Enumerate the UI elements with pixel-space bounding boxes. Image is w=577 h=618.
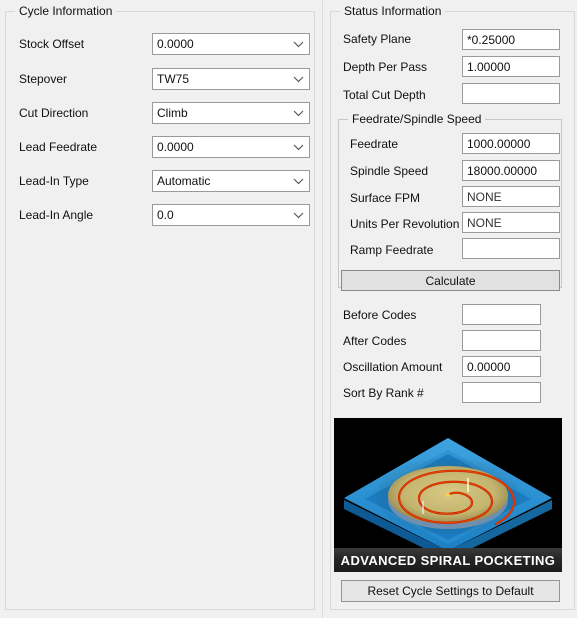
textbox-before-codes[interactable] — [462, 304, 541, 325]
cycle-information-groupbox: Cycle Information — [5, 4, 315, 610]
textbox-spindle-speed-value: 18000.00000 — [467, 163, 538, 178]
label-feedrate: Feedrate — [350, 137, 399, 151]
illustration-caption-text: ADVANCED SPIRAL POCKETING — [340, 552, 556, 568]
label-depth-per-pass: Depth Per Pass — [343, 60, 428, 74]
textbox-feedrate-value: 1000.00000 — [467, 136, 531, 151]
textbox-depth-per-pass-value: 1.00000 — [467, 59, 511, 74]
cycle-information-group-label: Cycle Information — [15, 4, 117, 18]
combobox-lead-in-angle[interactable]: 0.0 — [152, 204, 310, 226]
label-lead-in-angle: Lead-In Angle — [19, 208, 94, 222]
combobox-cut-direction[interactable]: Climb — [152, 102, 310, 124]
status-information-group-label: Status Information — [340, 4, 446, 18]
textbox-oscillation-amount[interactable]: 0.00000 — [462, 356, 541, 377]
combobox-lead-feedrate-value: 0.0000 — [157, 140, 194, 154]
textbox-units-per-revolution[interactable]: NONE — [462, 212, 560, 233]
label-before-codes: Before Codes — [343, 308, 417, 322]
combobox-cut-direction-value: Climb — [157, 106, 188, 120]
calculate-button[interactable]: Calculate — [341, 270, 560, 291]
reset-cycle-settings-button[interactable]: Reset Cycle Settings to Default — [341, 580, 560, 602]
cycle-information-panel: Cycle Information Stock Offset 0.0000 St… — [0, 0, 322, 618]
label-safety-plane: Safety Plane — [343, 32, 412, 46]
label-cut-direction: Cut Direction — [19, 106, 89, 120]
textbox-safety-plane-value: *0.25000 — [467, 32, 516, 47]
label-spindle-speed: Spindle Speed — [350, 164, 429, 178]
label-total-cut-depth: Total Cut Depth — [343, 88, 426, 102]
textbox-surface-fpm-value: NONE — [467, 189, 502, 204]
textbox-surface-fpm[interactable]: NONE — [462, 186, 560, 207]
chevron-down-icon — [287, 110, 309, 117]
chevron-down-icon — [287, 144, 309, 151]
label-lead-feedrate: Lead Feedrate — [19, 140, 98, 154]
label-units-per-revolution: Units Per Revolution — [350, 217, 460, 231]
textbox-depth-per-pass[interactable]: 1.00000 — [462, 56, 560, 77]
chevron-down-icon — [287, 41, 309, 48]
combobox-stepover[interactable]: TW75 — [152, 68, 310, 90]
label-oscillation-amount: Oscillation Amount — [343, 360, 443, 374]
textbox-total-cut-depth[interactable] — [462, 83, 560, 104]
label-lead-in-type: Lead-In Type — [19, 174, 89, 188]
panel-splitter[interactable] — [322, 0, 323, 618]
illustration-caption-banner: ADVANCED SPIRAL POCKETING — [334, 548, 562, 572]
textbox-feedrate[interactable]: 1000.00000 — [462, 133, 560, 154]
label-after-codes: After Codes — [343, 334, 407, 348]
combobox-lead-feedrate[interactable]: 0.0000 — [152, 136, 310, 158]
combobox-lead-in-type-value: Automatic — [157, 174, 211, 188]
status-information-panel: Status Information Safety Plane *0.25000… — [326, 0, 577, 618]
label-sort-by-rank: Sort By Rank # — [343, 386, 424, 400]
combobox-stock-offset[interactable]: 0.0000 — [152, 33, 310, 55]
label-ramp-feedrate: Ramp Feedrate — [350, 243, 434, 257]
label-surface-fpm: Surface FPM — [350, 191, 421, 205]
chevron-down-icon — [287, 178, 309, 185]
combobox-stock-offset-value: 0.0000 — [157, 37, 194, 51]
label-stock-offset: Stock Offset — [19, 37, 85, 51]
label-stepover: Stepover — [19, 72, 68, 86]
feedrate-spindle-speed-group-label: Feedrate/Spindle Speed — [348, 112, 486, 126]
textbox-ramp-feedrate[interactable] — [462, 238, 560, 259]
textbox-safety-plane[interactable]: *0.25000 — [462, 29, 560, 50]
textbox-after-codes[interactable] — [462, 330, 541, 351]
textbox-oscillation-amount-value: 0.00000 — [467, 359, 511, 374]
combobox-lead-in-type[interactable]: Automatic — [152, 170, 310, 192]
combobox-stepover-value: TW75 — [157, 72, 190, 86]
chevron-down-icon — [287, 212, 309, 219]
combobox-lead-in-angle-value: 0.0 — [157, 208, 174, 222]
spiral-pocketing-illustration: ADVANCED SPIRAL POCKETING — [334, 418, 562, 572]
chevron-down-icon — [287, 76, 309, 83]
textbox-sort-by-rank[interactable] — [462, 382, 541, 403]
textbox-spindle-speed[interactable]: 18000.00000 — [462, 160, 560, 181]
textbox-units-per-revolution-value: NONE — [467, 215, 502, 230]
